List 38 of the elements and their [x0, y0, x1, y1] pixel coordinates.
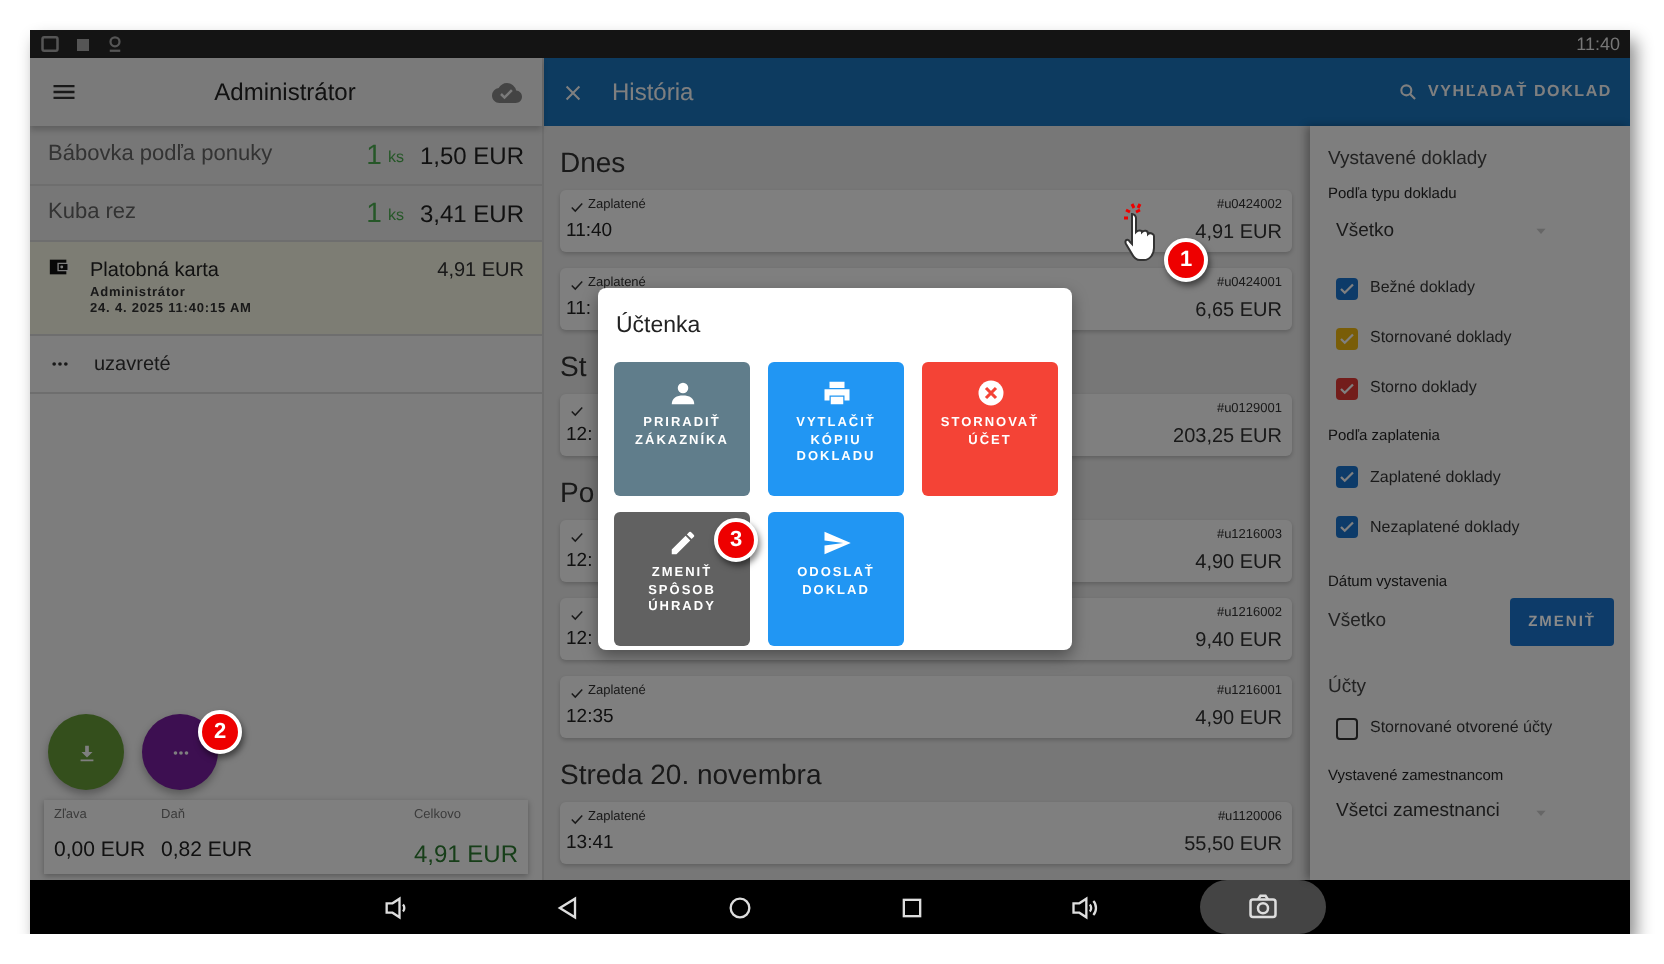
date-heading: St	[560, 348, 589, 386]
receipt-amount: 55,50 EUR	[1184, 832, 1282, 860]
receipt-time: 12:	[566, 548, 593, 576]
item-unit: ks	[387, 204, 404, 228]
item-name: Kuba rez	[48, 198, 139, 229]
receipt-time: 13:41	[566, 830, 614, 858]
receipt-amount: 203,25 EUR	[1173, 424, 1282, 452]
date-value: Všetko	[1328, 607, 1387, 636]
total-value: 0,00 EUR	[54, 835, 146, 866]
item-quantity: 1	[366, 136, 382, 174]
item-unit: ks	[387, 146, 404, 170]
receipt-amount: 4,90 EUR	[1195, 550, 1282, 578]
filter-title: Vystavené doklady	[1328, 146, 1489, 174]
date-heading: Dnes	[560, 144, 628, 182]
item-name: Bábovka podľa ponuky	[48, 140, 275, 171]
screen-title: História	[612, 76, 694, 110]
dialog-title: Účtenka	[616, 310, 703, 342]
total-value: 4,91 EUR	[413, 837, 518, 872]
receipt-amount: 9,40 EUR	[1195, 628, 1282, 656]
order-title: Administrátor	[212, 76, 358, 110]
receipt-amount: 6,65 EUR	[1195, 298, 1282, 326]
receipt-time: 11:40	[566, 218, 613, 246]
item-price: 1,50 EUR	[419, 139, 524, 173]
payment-method: Platobná karta	[90, 258, 221, 286]
item-quantity: 1	[366, 194, 382, 232]
receipt-time: 12:	[566, 422, 593, 450]
status-time: 11:40	[1576, 35, 1620, 53]
date-heading: Po	[560, 474, 597, 512]
receipt-time: 12:	[566, 626, 593, 654]
payment-amount: 4,91 EUR	[437, 258, 524, 286]
status-label: uzavreté	[94, 351, 171, 379]
receipt-amount: 4,90 EUR	[1195, 706, 1282, 734]
filter-heading: Účty	[1328, 673, 1368, 701]
total-value: 0,82 EUR	[161, 835, 253, 866]
date-heading: Streda 20. novembra	[560, 756, 824, 794]
receipt-time: 11:	[566, 296, 592, 324]
receipt-time: 12:35	[566, 704, 614, 732]
item-price: 3,41 EUR	[419, 197, 524, 231]
